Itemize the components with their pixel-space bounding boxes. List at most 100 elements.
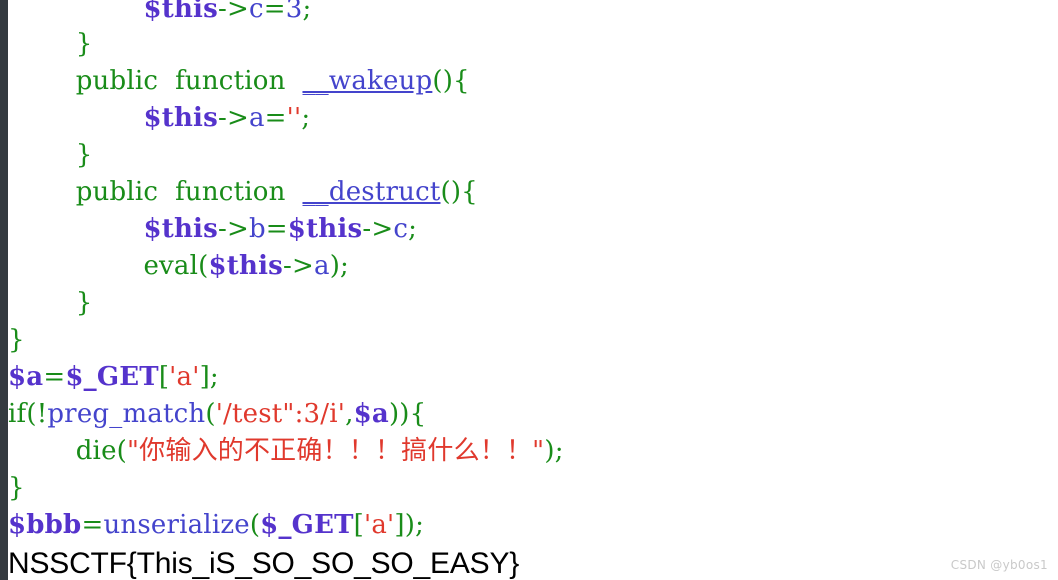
- code-token: {: [461, 177, 478, 207]
- code-token: public: [75, 177, 159, 207]
- code-token: ->: [362, 214, 394, 244]
- code-token: c: [393, 214, 409, 244]
- code-token: ]: [199, 362, 210, 392]
- code-token: function: [175, 177, 286, 207]
- code-area: $this->c=3; } public function __wakeup()…: [8, 0, 1058, 580]
- code-line: $this->a='';: [8, 100, 1058, 137]
- code-token: $bbb: [8, 510, 82, 540]
- code-token: public: [75, 66, 159, 96]
- code-line-list: $this->c=3; } public function __wakeup()…: [8, 0, 1058, 544]
- code-token: [: [158, 362, 170, 392]
- code-token: ): [544, 436, 555, 466]
- code-token: $a: [8, 362, 44, 392]
- code-token: ): [329, 251, 341, 281]
- code-token: (: [249, 510, 261, 540]
- code-token: }: [8, 325, 25, 355]
- code-token: (: [205, 399, 216, 429]
- code-token: (: [116, 436, 128, 466]
- code-token: =: [264, 103, 287, 133]
- code-line: public function __destruct(){: [8, 174, 1058, 211]
- code-token: )): [388, 399, 410, 429]
- code-token: ->: [217, 0, 249, 24]
- code-token: ,: [345, 399, 354, 429]
- code-token: =: [43, 362, 66, 392]
- code-line: public function __wakeup(){: [8, 63, 1058, 100]
- code-token: ;: [301, 103, 311, 133]
- code-token: 'a': [169, 362, 200, 392]
- code-token: a: [314, 251, 330, 281]
- code-token: (: [26, 399, 37, 429]
- code-token: }: [75, 288, 93, 318]
- code-token: c: [248, 0, 264, 24]
- code-token: ;: [415, 510, 425, 540]
- code-line: }: [8, 470, 1058, 507]
- code-token: eval: [143, 251, 199, 281]
- code-line: $a=$_GET['a'];: [8, 359, 1058, 396]
- code-token: ->: [217, 214, 249, 244]
- csdn-watermark: CSDN @yb0os1: [950, 558, 1048, 572]
- code-token: $this: [143, 0, 218, 24]
- code-token: a: [248, 103, 265, 133]
- code-token: ;: [408, 214, 418, 244]
- code-token: $_GET: [65, 362, 159, 392]
- code-token: }: [8, 473, 25, 503]
- code-token: !: [36, 399, 48, 429]
- code-token: $this: [287, 214, 363, 244]
- code-line: $this->c=3;: [8, 0, 1058, 26]
- code-token: __wakeup: [302, 66, 433, 96]
- code-line: if(!preg_match('/test":3/i',$a)){: [8, 396, 1058, 433]
- code-token: [: [353, 510, 364, 540]
- code-token: =: [81, 510, 104, 540]
- code-token: ;: [302, 0, 312, 24]
- code-token: 3: [285, 0, 303, 24]
- code-line: die("你输入的不正确！！！搞什么！！");: [8, 433, 1058, 470]
- code-token: {: [409, 399, 427, 429]
- code-token: $this: [208, 251, 284, 281]
- code-token: ;: [340, 251, 350, 281]
- code-token: b: [248, 214, 266, 244]
- code-token: unserialize: [103, 510, 250, 540]
- code-line: eval($this->a);: [8, 248, 1058, 285]
- code-token: ): [404, 510, 416, 540]
- code-token: __destruct: [302, 177, 441, 207]
- code-token: $this: [143, 214, 218, 244]
- code-token: die: [75, 436, 117, 466]
- code-token: (: [198, 251, 209, 281]
- code-line: }: [8, 322, 1058, 359]
- code-line: }: [8, 137, 1058, 174]
- code-token: ->: [283, 251, 314, 281]
- code-token: (): [432, 66, 454, 96]
- code-line: $bbb=unserialize($_GET['a']);: [8, 507, 1058, 544]
- code-token: $this: [143, 103, 218, 133]
- code-token: '/test":3/i': [215, 399, 346, 429]
- code-token: =: [265, 214, 288, 244]
- code-token: }: [75, 29, 93, 59]
- code-token: ;: [554, 436, 564, 466]
- code-token: "你输入的不正确！！！搞什么！！": [127, 436, 545, 466]
- code-token: {: [453, 66, 470, 96]
- code-token: preg_match: [47, 399, 206, 429]
- code-token: if: [8, 399, 27, 429]
- gutter-rail: [0, 0, 8, 580]
- code-token: $a: [353, 399, 389, 429]
- code-token: ;: [209, 362, 219, 392]
- code-token: }: [75, 140, 93, 170]
- code-token: $_GET: [260, 510, 354, 540]
- code-token: ->: [217, 103, 249, 133]
- code-token: ]: [394, 510, 405, 540]
- code-token: (): [440, 177, 462, 207]
- code-line: }: [8, 285, 1058, 322]
- code-token: 'a': [363, 510, 395, 540]
- code-token: '': [286, 103, 302, 133]
